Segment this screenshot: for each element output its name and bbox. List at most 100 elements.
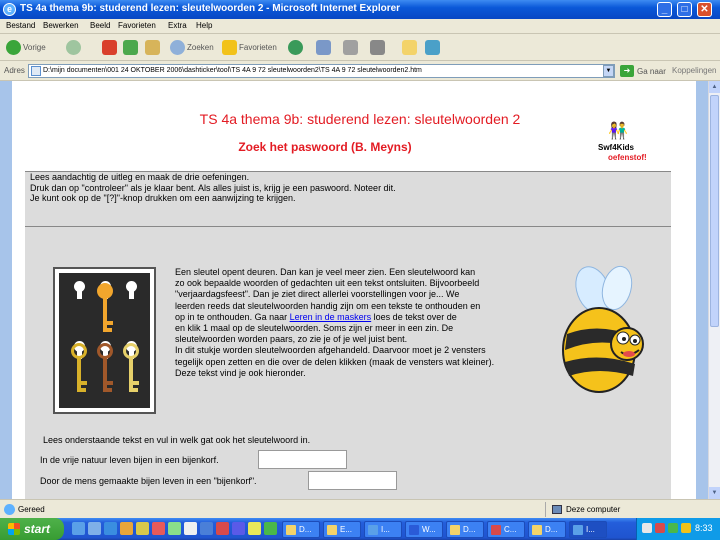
ie-icon [573, 524, 583, 535]
task-label: D... [299, 525, 312, 534]
menu-bestand[interactable]: Bestand [6, 21, 35, 30]
quicklaunch-app-icon[interactable] [248, 522, 261, 535]
favorites-label: Favorieten [239, 43, 277, 52]
stop-icon [102, 40, 117, 55]
quicklaunch-app-icon[interactable] [200, 522, 213, 535]
messenger-icon [425, 40, 440, 55]
quicklaunch-app-icon[interactable] [184, 522, 197, 535]
ie-icon [368, 524, 378, 535]
address-input[interactable]: D:\mijn documenten\001 24 OKTOBER 2006\d… [28, 64, 615, 78]
kids-icon: 👫 [608, 123, 628, 140]
print-icon [343, 40, 358, 55]
text-line: tegelijk open zetten en die over de dele… [175, 356, 495, 367]
explanation-text: Een sleutel opent deuren. Dan kan je vee… [175, 267, 540, 379]
address-dropdown-icon[interactable]: ▼ [603, 65, 614, 77]
taskbar-button[interactable]: I... [364, 521, 402, 538]
stop-button[interactable] [102, 39, 119, 56]
close-button[interactable]: ✕ [697, 2, 712, 17]
instruction-line: Lees aandachtig de uitleg en maak de dri… [30, 172, 250, 182]
text-line: "verjaardagsfeest". Dan je ziet direct a… [175, 289, 460, 300]
tray-icon[interactable] [681, 523, 691, 533]
links-button[interactable]: Koppelingen [672, 66, 716, 75]
answer-1-input[interactable] [258, 450, 347, 469]
refresh-icon [123, 40, 138, 55]
word-icon [409, 524, 419, 535]
history-icon [288, 40, 303, 55]
folder-icon [450, 524, 460, 535]
maximize-button[interactable]: □ [677, 2, 692, 17]
taskbar-button[interactable]: W... [405, 521, 443, 538]
logo-subtext: oefenstof! [608, 153, 647, 162]
messenger-button[interactable] [425, 39, 442, 56]
forward-button[interactable] [66, 39, 83, 56]
menu-beeld[interactable]: Beeld [90, 21, 110, 30]
menu-extra[interactable]: Extra [168, 21, 187, 30]
menu-bewerken[interactable]: Bewerken [43, 21, 79, 30]
taskbar-button[interactable]: D... [446, 521, 484, 538]
favorites-button[interactable]: Favorieten [222, 39, 277, 56]
quicklaunch-desktop-icon[interactable] [88, 522, 101, 535]
quicklaunch-app-icon[interactable] [232, 522, 245, 535]
quicklaunch-app-icon[interactable] [216, 522, 229, 535]
search-button[interactable]: Zoeken [170, 39, 214, 56]
edit-button[interactable] [370, 39, 387, 56]
taskbar-button-active[interactable]: I... [569, 521, 607, 538]
scroll-thumb[interactable] [710, 95, 719, 327]
tray-icon[interactable] [655, 523, 665, 533]
vertical-scrollbar[interactable]: ▲ ▼ [708, 81, 720, 499]
task-label: I... [381, 525, 390, 534]
taskbar: start D... E... I... W... D... C... D...… [0, 518, 720, 540]
instruction-line: Druk dan op "controleer" als je klaar be… [30, 182, 396, 193]
history-button[interactable] [288, 39, 305, 56]
taskbar-button[interactable]: D... [282, 521, 320, 538]
title-bar[interactable]: e TS 4a thema 9b: studerend lezen: sleut… [0, 0, 720, 19]
favorites-star-icon [222, 40, 237, 55]
folder-button[interactable] [402, 39, 419, 56]
back-button[interactable]: Vorige [6, 39, 46, 56]
task-label: D... [463, 525, 476, 534]
task-label: E... [340, 525, 353, 534]
quicklaunch-app-icon[interactable] [152, 522, 165, 535]
taskbar-button[interactable]: E... [323, 521, 361, 538]
home-button[interactable] [145, 39, 162, 56]
app-icon [491, 524, 501, 535]
clock[interactable]: 8:33 [695, 523, 713, 533]
task-label: D... [545, 525, 558, 534]
ie-icon: e [3, 3, 16, 16]
keyhole-icon [125, 281, 138, 299]
answer-2-input[interactable] [308, 471, 397, 490]
exercise-panel: Een sleutel opent deuren. Dan kan je vee… [25, 227, 671, 499]
refresh-button[interactable] [123, 39, 140, 56]
maskers-link[interactable]: Leren in de maskers [290, 312, 372, 322]
print-button[interactable] [343, 39, 360, 56]
start-button[interactable]: start [0, 518, 64, 540]
scroll-up-icon[interactable]: ▲ [709, 81, 720, 93]
quicklaunch-media-icon[interactable] [104, 522, 117, 535]
ie-status-icon [4, 504, 15, 515]
taskbar-button[interactable]: C... [487, 521, 525, 538]
quicklaunch-app-icon[interactable] [120, 522, 133, 535]
tray-icon[interactable] [668, 523, 678, 533]
go-button[interactable]: ➜ Ga naar [620, 65, 666, 77]
menu-favorieten[interactable]: Favorieten [118, 21, 156, 30]
quicklaunch-app-icon[interactable] [136, 522, 149, 535]
computer-icon [552, 505, 562, 514]
mail-button[interactable] [316, 39, 333, 56]
yellow-key-icon [123, 343, 139, 395]
toolbar: Vorige Zoeken Favorieten [0, 34, 720, 61]
tray-icon[interactable] [642, 523, 652, 533]
forward-arrow-icon [66, 40, 81, 55]
quicklaunch-app-icon[interactable] [168, 522, 181, 535]
edit-icon [370, 40, 385, 55]
back-arrow-icon [6, 40, 21, 55]
status-label: Gereed [18, 505, 45, 514]
task-label: C... [504, 525, 517, 534]
folder-icon [327, 524, 337, 535]
taskbar-button[interactable]: D... [528, 521, 566, 538]
text-line: sleutelwoorden worden paars, zo zie je o… [175, 334, 408, 345]
quicklaunch-app-icon[interactable] [264, 522, 277, 535]
scroll-down-icon[interactable]: ▼ [709, 487, 720, 499]
minimize-button[interactable]: _ [657, 2, 672, 17]
quicklaunch-ie-icon[interactable] [72, 522, 85, 535]
menu-help[interactable]: Help [196, 21, 212, 30]
